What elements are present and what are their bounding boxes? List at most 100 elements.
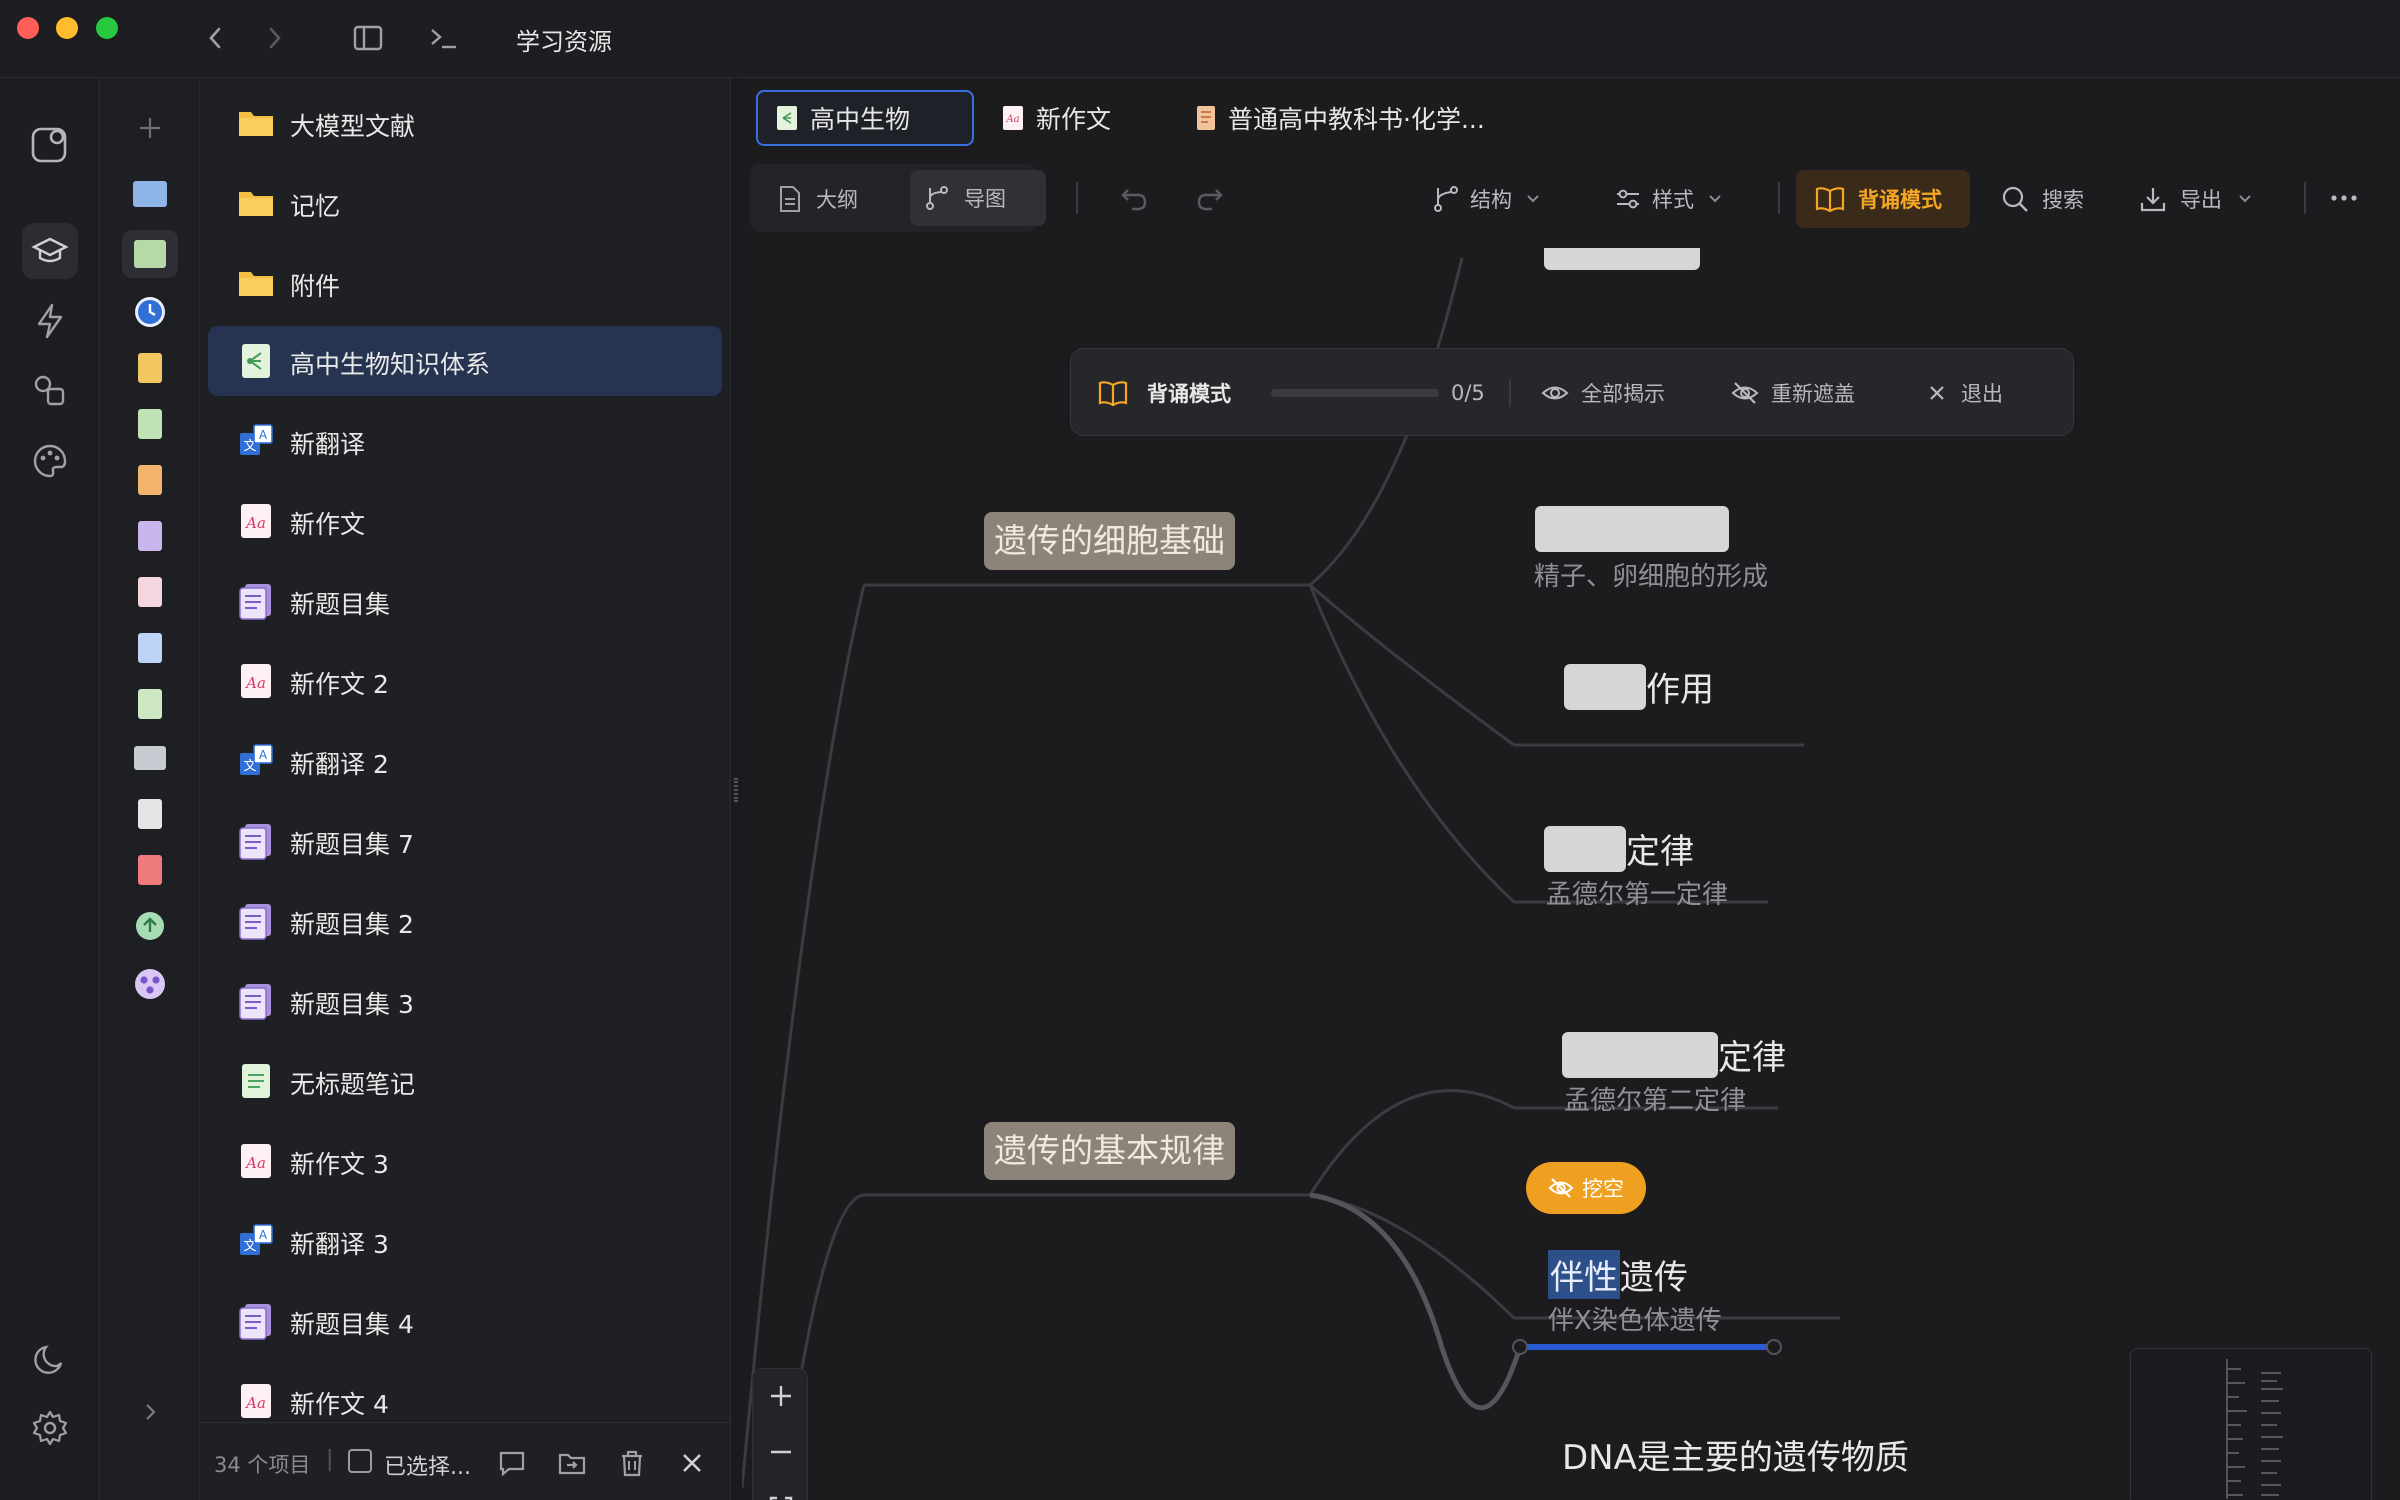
rail-upload-icon[interactable] — [122, 902, 178, 950]
file-row[interactable]: 新题目集 4 — [208, 1286, 722, 1356]
file-label: 新翻译 2 — [290, 750, 389, 779]
folder-icon — [239, 192, 273, 216]
mindmap-file-icon — [777, 106, 797, 130]
rail-essay-icon[interactable] — [122, 568, 178, 616]
close-window-button[interactable] — [17, 17, 39, 39]
file-row[interactable]: 无标题笔记 — [208, 1046, 722, 1116]
branch-icon — [926, 186, 948, 210]
fit-screen-icon[interactable] — [766, 1493, 796, 1500]
export-dropdown[interactable]: 导出 — [2138, 170, 2254, 228]
essay-file-icon: Aa — [1003, 106, 1023, 130]
branch-node-basic-laws[interactable]: 遗传的基本规律 — [984, 1122, 1235, 1180]
terminal-icon[interactable] — [426, 20, 462, 65]
drag-handle-icon[interactable] — [734, 778, 738, 802]
masked-leaf-title[interactable] — [1535, 506, 1729, 552]
rail-mindmap-icon[interactable] — [122, 680, 178, 728]
file-row[interactable]: Aa 新作文 — [208, 486, 722, 556]
masked-node[interactable] — [1544, 248, 1700, 270]
trash-icon[interactable] — [616, 1447, 648, 1479]
file-row[interactable]: Aa 新作文 3 — [208, 1126, 722, 1196]
reveal-all-button[interactable]: 全部揭示 — [1541, 349, 1665, 437]
file-row[interactable]: 新题目集 3 — [208, 966, 722, 1036]
rail-clipboard-icon[interactable] — [122, 456, 178, 504]
minimap[interactable] — [2130, 1348, 2372, 1500]
rail-translate-icon[interactable] — [122, 624, 178, 672]
search-button[interactable]: 搜索 — [2000, 170, 2084, 228]
zoom-window-button[interactable] — [96, 17, 118, 39]
file-row[interactable]: Aa 新作文 2 — [208, 646, 722, 716]
panel-splitter[interactable] — [730, 78, 742, 1500]
zoom-out-icon[interactable] — [766, 1437, 796, 1467]
file-row[interactable]: 文A 新翻译 2 — [208, 726, 722, 796]
file-row[interactable]: 附件 — [208, 248, 722, 318]
rail-image-icon[interactable] — [122, 734, 178, 782]
leaf-node-law-2[interactable]: 定律 — [1562, 1030, 1786, 1079]
sidebar-toggle-icon[interactable] — [350, 20, 386, 65]
item-count: 34 个项目 — [214, 1453, 311, 1477]
gear-icon[interactable] — [22, 1400, 78, 1456]
mindmap-canvas[interactable]: 遗传的细胞基础 遗传的基本规律 精子、卵细胞的形成 作用 定律 孟德尔第一定律 … — [742, 248, 2400, 1500]
masked-word[interactable] — [1544, 825, 1626, 872]
back-icon[interactable] — [200, 20, 230, 65]
tab-chemistry[interactable]: 普通高中教科书·化学... — [1182, 90, 1522, 146]
forward-icon[interactable] — [260, 20, 290, 65]
move-folder-icon[interactable] — [556, 1447, 588, 1479]
redo-icon[interactable] — [1194, 182, 1226, 214]
remask-button[interactable]: 重新遮盖 — [1731, 349, 1855, 437]
file-row[interactable]: 新题目集 — [208, 566, 722, 636]
minimize-window-button[interactable] — [56, 17, 78, 39]
file-row-active[interactable]: 高中生物知识体系 — [208, 326, 722, 396]
branch-node-cell-basis[interactable]: 遗传的细胞基础 — [984, 512, 1235, 570]
undo-icon[interactable] — [1118, 182, 1150, 214]
select-all-checkbox[interactable] — [348, 1449, 372, 1473]
leaf-node-function[interactable]: 作用 — [1564, 662, 1714, 711]
rail-file-icon[interactable] — [122, 790, 178, 838]
file-row[interactable]: 文A 新翻译 — [208, 406, 722, 476]
palette-icon[interactable] — [22, 433, 78, 489]
rail-quiz-icon[interactable] — [122, 512, 178, 560]
mindmap-button[interactable]: 导图 — [910, 170, 1046, 226]
rail-doc-icon[interactable] — [122, 400, 178, 448]
recite-mode-label: 背诵模式 — [1858, 188, 1942, 212]
search-label: 搜索 — [2042, 188, 2084, 212]
eye-icon — [1541, 386, 1569, 400]
lightning-icon[interactable] — [22, 293, 78, 349]
rail-dashboard-icon[interactable] — [122, 170, 178, 218]
close-icon[interactable] — [676, 1447, 708, 1479]
recite-mode-button[interactable]: 背诵模式 — [1796, 170, 1970, 228]
structure-dropdown[interactable]: 结构 — [1432, 170, 1542, 228]
selected-text[interactable]: 伴性 — [1548, 1250, 1620, 1299]
moon-icon[interactable] — [22, 1330, 78, 1386]
next-node[interactable]: DNA是主要的遗传物质 — [1562, 1430, 1909, 1479]
file-row[interactable]: 新题目集 2 — [208, 886, 722, 956]
leaf-node-sex-linked[interactable]: 伴性 遗传 — [1548, 1250, 1688, 1299]
rail-clock-icon[interactable] — [122, 288, 178, 336]
exit-recite-button[interactable]: 退出 — [1927, 349, 2003, 437]
shapes-icon[interactable] — [22, 363, 78, 419]
expand-chevron-icon[interactable] — [122, 1388, 178, 1436]
more-icon[interactable] — [2328, 182, 2360, 214]
zoom-in-icon[interactable] — [766, 1381, 796, 1411]
masked-word[interactable] — [1562, 1031, 1718, 1078]
rail-trash-icon[interactable] — [122, 846, 178, 894]
tab-biology[interactable]: 高中生物 — [756, 90, 974, 146]
quiz-file-icon — [239, 904, 271, 940]
file-row[interactable]: 新题目集 7 — [208, 806, 722, 876]
app-logo-icon[interactable] — [22, 116, 78, 172]
graduation-cap-icon[interactable] — [22, 223, 78, 279]
rail-graph-icon[interactable] — [122, 960, 178, 1008]
style-dropdown[interactable]: 样式 — [1614, 170, 1724, 228]
comment-icon[interactable] — [496, 1447, 528, 1479]
file-row[interactable]: 文A 新翻译 3 — [208, 1206, 722, 1276]
rail-notes-icon[interactable] — [122, 230, 178, 278]
leaf-node-law-1[interactable]: 定律 — [1544, 824, 1694, 873]
rail-star-icon[interactable] — [122, 344, 178, 392]
file-row[interactable]: 大模型文献 — [208, 88, 722, 158]
dig-blank-button[interactable]: 挖空 — [1526, 1162, 1646, 1214]
essay-file-icon: Aa — [241, 664, 271, 698]
tab-essay[interactable]: Aa 新作文 — [992, 90, 1162, 146]
masked-word[interactable] — [1564, 663, 1646, 710]
add-icon[interactable] — [122, 104, 178, 152]
outline-button[interactable]: 大纲 — [764, 170, 894, 228]
file-row[interactable]: 记忆 — [208, 168, 722, 238]
